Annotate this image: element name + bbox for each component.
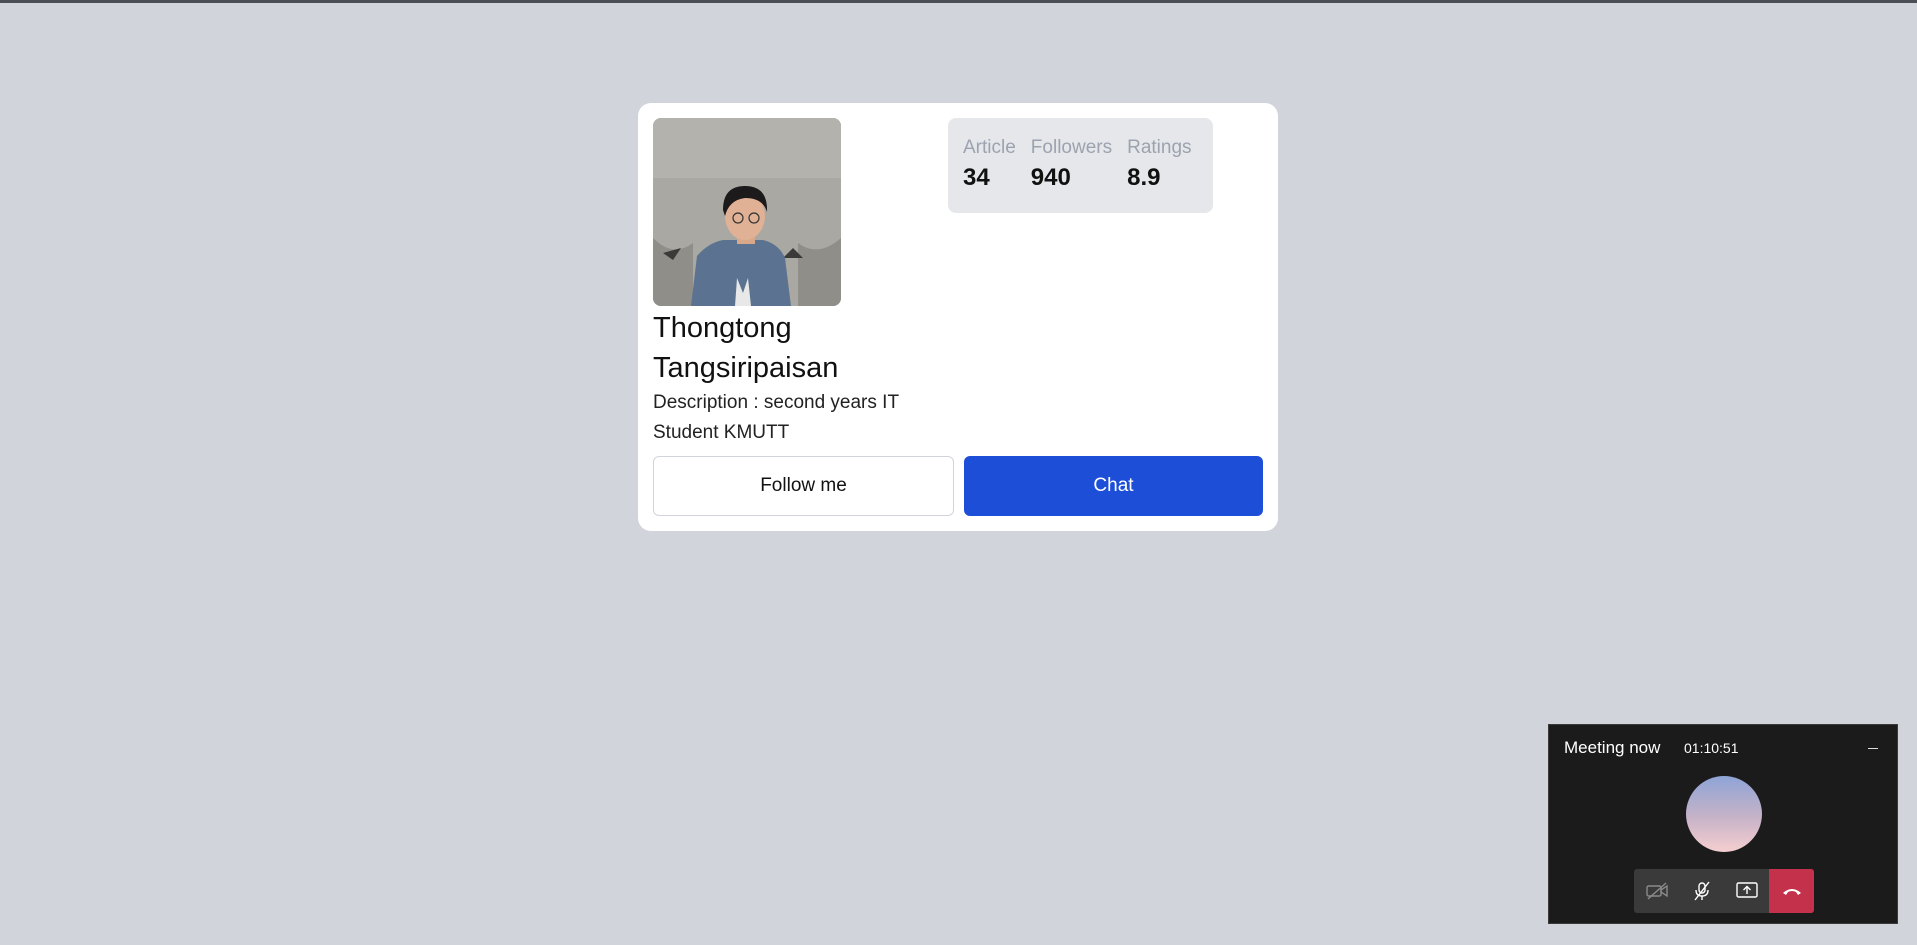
hang-up-icon[interactable] bbox=[1769, 869, 1814, 913]
stat-article-value: 34 bbox=[963, 164, 990, 191]
meeting-timer: 01:10:51 bbox=[1684, 740, 1739, 756]
stat-ratings: Ratings 8.9 bbox=[1127, 136, 1191, 195]
chat-button[interactable]: Chat bbox=[964, 456, 1263, 516]
follow-button[interactable]: Follow me bbox=[653, 456, 954, 516]
participant-avatar bbox=[1686, 776, 1762, 852]
stat-followers-label: Followers bbox=[1030, 137, 1113, 158]
meeting-title: Meeting now bbox=[1564, 738, 1661, 757]
stat-followers-value: 940 bbox=[1030, 164, 1071, 191]
video-off-icon[interactable] bbox=[1634, 869, 1679, 913]
profile-photo bbox=[653, 118, 841, 306]
profile-description: Description : second years IT Student KM… bbox=[653, 392, 899, 443]
mic-off-icon[interactable] bbox=[1679, 869, 1724, 913]
call-controls bbox=[1634, 869, 1814, 913]
stat-ratings-label: Ratings bbox=[1127, 137, 1192, 158]
stat-followers: Followers 940 bbox=[1031, 136, 1112, 195]
stats-panel: Article 34 Followers 940 Ratings 8.9 bbox=[948, 118, 1213, 213]
stat-ratings-value: 8.9 bbox=[1127, 164, 1161, 191]
meeting-widget: Meeting now 01:10:51 bbox=[1548, 724, 1898, 924]
profile-card: Article 34 Followers 940 Ratings 8.9 Tho… bbox=[638, 103, 1278, 531]
share-screen-icon[interactable] bbox=[1724, 869, 1769, 913]
window-top-border bbox=[0, 0, 1917, 3]
profile-name: Thongtong Tangsiripaisan bbox=[653, 312, 839, 384]
stat-article-label: Article bbox=[963, 137, 1016, 158]
stat-article: Article 34 bbox=[963, 136, 1016, 195]
minimize-icon[interactable] bbox=[1864, 735, 1882, 753]
